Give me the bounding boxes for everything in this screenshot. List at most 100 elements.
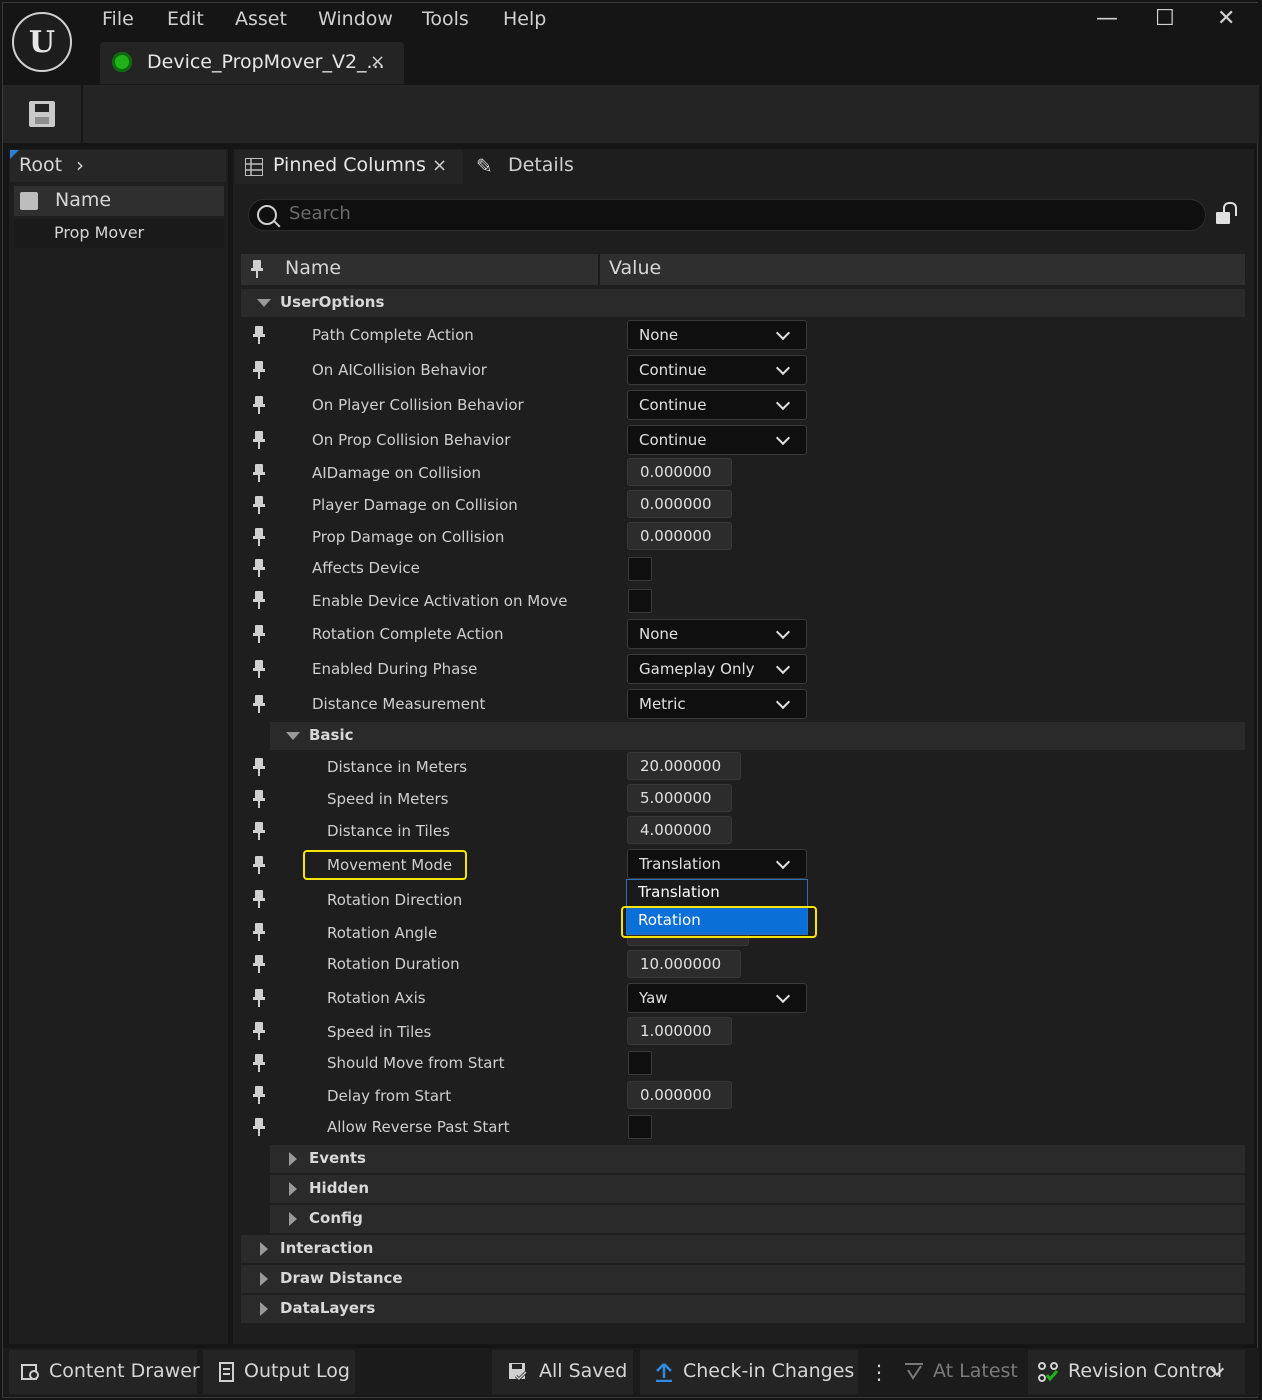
property-label: Speed in Meters	[327, 790, 449, 808]
pin-icon[interactable]	[253, 955, 265, 973]
enabled-during-phase-combo[interactable]: Gameplay Only	[627, 654, 807, 684]
category-interaction[interactable]: Interaction	[241, 1235, 1245, 1263]
pin-icon[interactable]	[253, 660, 265, 678]
pin-icon[interactable]	[253, 431, 265, 449]
should-move-from-start-checkbox[interactable]	[628, 1051, 652, 1075]
close-tab-icon[interactable]: ×	[370, 51, 385, 72]
pin-icon[interactable]	[253, 1054, 265, 1072]
tab-pinned-columns[interactable]: Pinned Columns ×	[235, 150, 463, 184]
pin-icon[interactable]	[253, 464, 265, 482]
search-input[interactable]: Search	[248, 199, 1206, 231]
breadcrumb[interactable]: Root ›	[10, 150, 226, 182]
delay-from-start-field[interactable]: 0.000000	[627, 1081, 732, 1109]
pin-icon[interactable]	[253, 758, 265, 776]
all-saved-button[interactable]: All Saved	[492, 1350, 633, 1394]
player-collision-behavior-combo[interactable]: Continue	[627, 390, 807, 420]
column-divider[interactable]	[598, 254, 600, 285]
pin-icon[interactable]	[253, 822, 265, 840]
pin-icon[interactable]	[253, 890, 265, 908]
pin-icon[interactable]	[253, 790, 265, 808]
enable-activation-checkbox[interactable]	[628, 589, 652, 613]
property-label: Delay from Start	[327, 1087, 452, 1105]
pin-icon[interactable]	[253, 1086, 265, 1104]
unreal-logo-icon[interactable]: U	[12, 12, 72, 72]
pin-icon[interactable]	[253, 1118, 265, 1136]
speed-in-meters-field[interactable]: 5.000000	[627, 784, 732, 812]
column-header: Name Value	[241, 254, 1245, 285]
speed-in-tiles-field[interactable]: 1.000000	[627, 1017, 732, 1045]
property-label: On Prop Collision Behavior	[312, 431, 511, 449]
document-tab-label: Device_PropMover_V2_...	[147, 51, 385, 73]
path-complete-action-combo[interactable]: None	[627, 320, 807, 350]
menu-file[interactable]: File	[102, 8, 134, 30]
pin-icon[interactable]	[253, 496, 265, 514]
pin-icon[interactable]	[253, 361, 265, 379]
content-drawer-button[interactable]: Content Drawer	[9, 1350, 200, 1394]
revision-control-button[interactable]: Revision Control	[1028, 1350, 1245, 1394]
allow-reverse-checkbox[interactable]	[628, 1115, 652, 1139]
breadcrumb-root[interactable]: Root	[19, 154, 62, 176]
prop-collision-behavior-combo[interactable]: Continue	[627, 425, 807, 455]
pin-icon[interactable]	[253, 625, 265, 643]
category-label: Basic	[309, 726, 354, 744]
category-events[interactable]: Events	[270, 1145, 1245, 1173]
close-tab-icon[interactable]: ×	[432, 155, 447, 176]
prop-damage-field[interactable]: 0.000000	[627, 522, 732, 550]
close-window-button[interactable]: ✕	[1217, 6, 1235, 31]
menu-tools[interactable]: Tools	[422, 8, 469, 30]
pin-icon[interactable]	[253, 326, 265, 344]
tab-details[interactable]: ✎ Details	[470, 150, 630, 184]
category-datalayers[interactable]: DataLayers	[241, 1295, 1245, 1323]
chevron-right-icon[interactable]: ›	[76, 153, 84, 177]
upload-icon	[656, 1363, 672, 1382]
collapse-arrow-icon	[260, 1302, 268, 1316]
pin-icon[interactable]	[253, 923, 265, 941]
document-tab[interactable]: Device_PropMover_V2_... ×	[100, 42, 404, 84]
pin-icon[interactable]	[253, 989, 265, 1007]
maximize-button[interactable]: ☐	[1155, 6, 1175, 31]
pin-icon[interactable]	[253, 1022, 265, 1040]
pin-icon[interactable]	[253, 856, 265, 874]
dropdown-option-translation[interactable]: Translation	[627, 880, 807, 906]
pin-icon[interactable]	[253, 695, 265, 713]
player-damage-field[interactable]: 0.000000	[627, 490, 732, 518]
value-column-label: Value	[609, 257, 662, 279]
menu-window[interactable]: Window	[318, 8, 393, 30]
rotation-axis-combo[interactable]: Yaw	[627, 983, 807, 1013]
distance-in-meters-field[interactable]: 20.000000	[627, 752, 741, 780]
output-log-button[interactable]: Output Log	[203, 1350, 355, 1394]
pin-icon[interactable]	[253, 396, 265, 414]
chevron-down-icon	[775, 854, 791, 870]
ai-damage-field[interactable]: 0.000000	[627, 458, 732, 486]
rotation-duration-field[interactable]: 10.000000	[627, 950, 741, 978]
property-label: On AICollision Behavior	[312, 361, 487, 379]
unlock-icon[interactable]	[1216, 202, 1237, 226]
movement-mode-combo[interactable]: Translation	[627, 849, 807, 879]
menu-help[interactable]: Help	[503, 8, 546, 30]
minimize-button[interactable]: —	[1096, 6, 1118, 31]
category-basic[interactable]: Basic	[270, 722, 1245, 750]
more-options-icon[interactable]: ⋮	[869, 1360, 889, 1384]
list-item[interactable]: Prop Mover	[14, 219, 224, 248]
distance-in-tiles-field[interactable]: 4.000000	[627, 816, 732, 844]
category-useroptions[interactable]: UserOptions	[241, 289, 1245, 317]
ai-collision-behavior-combo[interactable]: Continue	[627, 355, 807, 385]
category-hidden[interactable]: Hidden	[270, 1175, 1245, 1203]
category-config[interactable]: Config	[270, 1205, 1245, 1233]
device-icon	[112, 52, 132, 72]
check-in-changes-button[interactable]: Check-in Changes	[640, 1350, 858, 1394]
at-latest-status[interactable]: At Latest	[894, 1350, 1022, 1394]
pin-icon[interactable]	[253, 591, 265, 609]
pin-icon[interactable]	[251, 260, 263, 278]
pin-icon[interactable]	[253, 528, 265, 546]
pin-icon[interactable]	[253, 559, 265, 577]
save-icon[interactable]	[29, 101, 55, 127]
name-column-header[interactable]: Name	[14, 186, 224, 216]
menu-edit[interactable]: Edit	[167, 8, 204, 30]
rotation-complete-action-combo[interactable]: None	[627, 619, 807, 649]
chevron-down-icon	[775, 430, 791, 446]
distance-measurement-combo[interactable]: Metric	[627, 689, 807, 719]
category-draw-distance[interactable]: Draw Distance	[241, 1265, 1245, 1293]
affects-device-checkbox[interactable]	[628, 557, 652, 581]
menu-asset[interactable]: Asset	[235, 8, 287, 30]
